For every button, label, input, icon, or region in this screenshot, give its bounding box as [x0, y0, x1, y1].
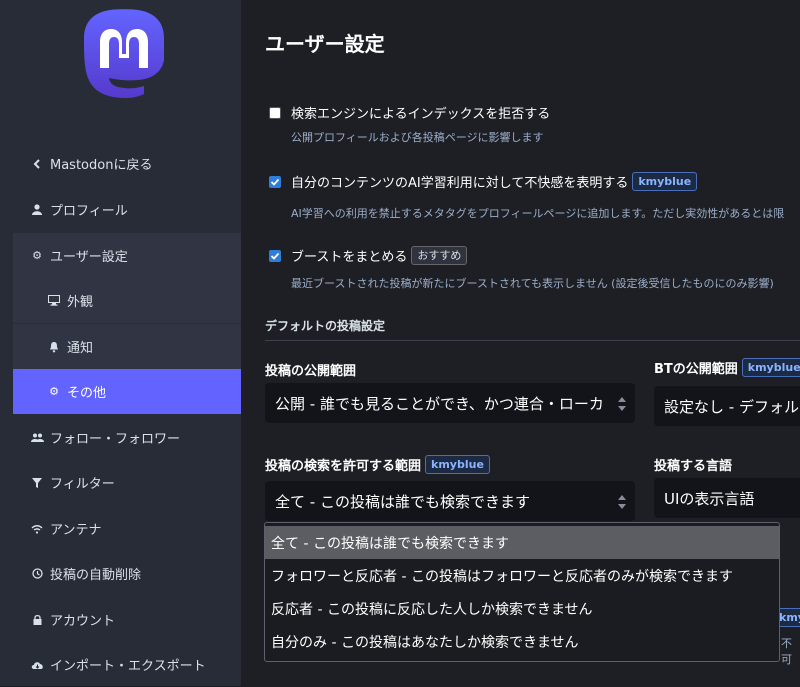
- select-value: UIの表示言語: [664, 489, 755, 508]
- bt-visibility-select[interactable]: 設定なし - デフォル: [654, 386, 800, 426]
- gear-icon: ⚙: [49, 385, 59, 398]
- lock-icon: [30, 613, 44, 627]
- sidebar-item-import-export[interactable]: インポート・エクスポート: [13, 642, 241, 687]
- group-boosts-label: ブーストをまとめる おすすめ: [291, 246, 468, 265]
- language-label: 投稿する言語: [654, 459, 733, 474]
- bell-icon: [47, 340, 61, 354]
- sidebar-item-appearance[interactable]: 外観: [13, 278, 241, 323]
- sidebar-item-filters[interactable]: フィルター: [13, 460, 241, 505]
- sidebar-item-label: アンテナ: [50, 523, 102, 538]
- history-icon: [30, 567, 44, 581]
- select-value: 全て - この投稿は誰でも検索できます: [275, 492, 530, 511]
- ai-optout-checkbox[interactable]: [269, 176, 281, 188]
- ai-optout-label: 自分のコンテンツのAI学習利用に対して不快感を表明する kmyblue: [291, 172, 698, 191]
- sidebar-item-label: プロフィール: [50, 204, 128, 219]
- sidebar-item-follows[interactable]: フォロー・フォロワー: [13, 415, 241, 460]
- filter-icon: [30, 476, 44, 490]
- desktop-icon: [47, 294, 61, 308]
- mastodon-logo[interactable]: [82, 8, 166, 102]
- select-arrows-icon: [618, 397, 626, 411]
- group-boosts-hint: 最近ブーストされた投稿が新たにブーストされても表示しません (設定後受信したもの…: [291, 277, 774, 290]
- chevron-left-icon: [30, 157, 44, 171]
- sidebar-item-label: 投稿の自動削除: [50, 568, 142, 583]
- dropdown-option-followers-reactors[interactable]: フォロワーと反応者 - この投稿はフォロワーと反応者のみが検索できます: [265, 559, 779, 592]
- language-select[interactable]: UIの表示言語: [654, 478, 800, 518]
- field-label-text: 投稿の検索を許可する範囲: [265, 459, 422, 474]
- sidebar-item-antenna[interactable]: アンテナ: [13, 506, 241, 551]
- user-icon: [30, 203, 44, 217]
- sidebar-item-label: その他: [67, 386, 107, 401]
- field-label-text: BTの公開範囲: [654, 362, 738, 377]
- sidebar-item-profile[interactable]: プロフィール: [13, 187, 241, 232]
- sidebar-item-label: Mastodonに戻る: [50, 158, 153, 173]
- page-title: ユーザー設定: [265, 32, 385, 56]
- noindex-label: 検索エンジンによるインデックスを拒否する: [291, 103, 550, 122]
- section-title: デフォルトの投稿設定: [265, 319, 386, 333]
- select-arrows-icon: [618, 495, 626, 509]
- sidebar-item-label: アカウント: [50, 614, 116, 629]
- kmyblue-badge: kmyblue: [425, 455, 490, 474]
- visibility-select[interactable]: 公開 - 誰でも見ることができ、かつ連合・ローカ: [265, 383, 635, 423]
- select-value: 設定なし - デフォル: [664, 397, 799, 416]
- kmyblue-badge: kmyblue: [741, 358, 800, 377]
- dropdown-option-self[interactable]: 自分のみ - この投稿はあなたしか検索できません: [265, 625, 779, 658]
- hint-fragment: 不可: [781, 637, 792, 666]
- main-content: ユーザー設定 検索エンジンによるインデックスを拒否する 公開プロフィールおよび各…: [241, 0, 800, 686]
- gear-icon: ⚙: [32, 249, 42, 262]
- sidebar-item-auto-delete[interactable]: 投稿の自動削除: [13, 551, 241, 596]
- visibility-label: 投稿の公開範囲: [265, 364, 357, 379]
- ai-optout-hint: AI学習への利用を禁止するメタタグをプロフィールページに追加します。ただし実効性…: [291, 207, 785, 220]
- option-label-text: ブーストをまとめる: [291, 250, 408, 265]
- sidebar: Mastodonに戻る プロフィール ⚙ ユーザー設定 外観 通知 ⚙ その他 …: [0, 0, 241, 686]
- noindex-hint: 公開プロフィールおよび各投稿ページに影響します: [291, 131, 544, 144]
- sidebar-item-label: 通知: [67, 341, 94, 356]
- searchability-label: 投稿の検索を許可する範囲 kmyblue: [265, 455, 490, 474]
- section-divider: [265, 340, 800, 341]
- sidebar-item-notifications[interactable]: 通知: [13, 324, 241, 369]
- option-label-text: 自分のコンテンツのAI学習利用に対して不快感を表明する: [291, 176, 629, 191]
- sidebar-item-back[interactable]: Mastodonに戻る: [13, 141, 241, 186]
- bt-visibility-label: BTの公開範囲 kmyblue: [654, 358, 800, 377]
- sidebar-item-label: 外観: [67, 295, 94, 310]
- option-label-text: 検索エンジンによるインデックスを拒否する: [291, 107, 551, 122]
- searchability-dropdown[interactable]: 全て - この投稿は誰でも検索できます フォロワーと反応者 - この投稿はフォロ…: [264, 522, 780, 662]
- sidebar-item-other[interactable]: ⚙ その他: [13, 369, 241, 414]
- recommended-badge: おすすめ: [411, 246, 468, 265]
- dropdown-option-reactors[interactable]: 反応者 - この投稿に反応した人しか検索できません: [265, 592, 779, 625]
- noindex-checkbox[interactable]: [269, 107, 281, 119]
- sidebar-item-label: フィルター: [50, 477, 115, 492]
- sidebar-item-label: インポート・エクスポート: [50, 659, 206, 674]
- cloud-icon: [30, 658, 44, 672]
- group-boosts-checkbox[interactable]: [269, 250, 281, 262]
- sidebar-item-user-settings[interactable]: ⚙ ユーザー設定: [13, 233, 241, 278]
- select-value: 公開 - 誰でも見ることができ、かつ連合・ローカ: [275, 394, 604, 413]
- sidebar-item-account[interactable]: アカウント: [13, 597, 241, 642]
- wifi-icon: [30, 522, 44, 536]
- searchability-select[interactable]: 全て - この投稿は誰でも検索できます: [265, 481, 635, 521]
- sidebar-item-label: ユーザー設定: [50, 250, 128, 265]
- users-icon: [30, 431, 44, 445]
- sidebar-item-label: フォロー・フォロワー: [50, 432, 181, 447]
- kmyblue-badge: kmyblue: [632, 172, 698, 191]
- dropdown-option-all[interactable]: 全て - この投稿は誰でも検索できます: [265, 526, 779, 559]
